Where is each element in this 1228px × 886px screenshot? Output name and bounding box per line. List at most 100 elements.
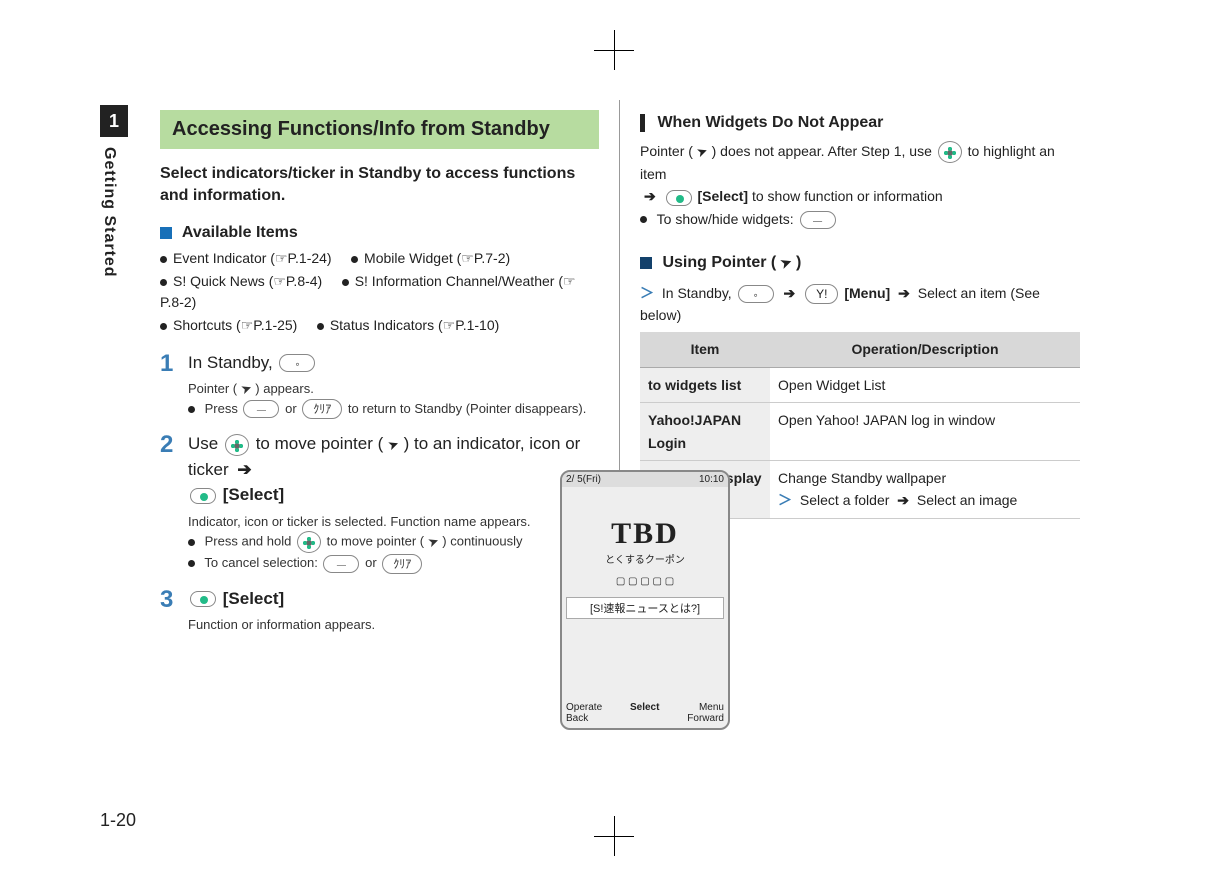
phone-tbd: TBD (562, 517, 728, 551)
yahoo-key-icon: Y! (805, 284, 838, 304)
section-heading: Accessing Functions/Info from Standby (160, 110, 599, 149)
page-number: 1-20 (100, 810, 136, 831)
pointer-icon: ➤ (425, 531, 442, 553)
step-number: 3 (160, 586, 188, 635)
bullet-icon (342, 279, 349, 286)
table-row: Yahoo!JAPAN Login Open Yahoo! JAPAN log … (640, 403, 1080, 461)
list-item: Event Indicator (☞P.1-24) (173, 250, 332, 266)
box-text: Pointer ( (640, 143, 697, 159)
bullet-icon (351, 256, 358, 263)
table-cell-desc: Change Standby wallpaper ＞ Select a fold… (770, 461, 1080, 519)
table-cell-item: Yahoo!JAPAN Login (640, 403, 770, 461)
softkey-left-bottom: Back (566, 713, 588, 724)
phone-ticker: [S!速報ニュースとは?] (566, 597, 724, 619)
clear-key-icon: ｸﾘｱ (302, 399, 342, 419)
list-item: Shortcuts (☞P.1-25) (173, 317, 297, 333)
step-note: Press (205, 401, 242, 416)
pointer-icon: ➤ (238, 378, 255, 400)
select-label: [Select] (698, 188, 749, 204)
arrow-icon: ➔ (893, 492, 913, 508)
step-number: 2 (160, 431, 188, 574)
step-note: ) continuously (442, 534, 522, 549)
box-text: In Standby, (662, 285, 736, 301)
table-header-desc: Operation/Description (770, 332, 1080, 367)
bar-icon (640, 114, 645, 132)
available-items-label: Available Items (182, 224, 298, 241)
multi-selector-key-icon: ◦ (738, 285, 774, 303)
square-bullet-icon (160, 227, 172, 239)
step-2: 2 Use to move pointer ( ➤ ) to an indica… (160, 431, 599, 574)
left-column: Accessing Functions/Info from Standby Se… (140, 100, 620, 657)
box-heading: ) (796, 254, 801, 271)
step-text: Use (188, 434, 223, 453)
step-note: or (285, 401, 300, 416)
table-cell-desc: Open Yahoo! JAPAN log in window (770, 403, 1080, 461)
step-note: or (365, 555, 380, 570)
phone-time: 10:10 (699, 474, 724, 485)
step-subtext: Pointer ( (188, 381, 241, 396)
end-key-icon: ⏤ (800, 211, 836, 229)
intro-text: Select indicators/ticker in Standby to a… (160, 163, 599, 208)
table-cell-text: Select an image (917, 492, 1017, 508)
step-subtext: Function or information appears. (188, 615, 599, 635)
bullet-icon (640, 216, 647, 223)
chevron-icon: ＞ (640, 285, 658, 301)
box-heading: Using Pointer ( (662, 254, 780, 271)
list-item: Mobile Widget (☞P.7-2) (364, 250, 510, 266)
available-items-heading: Available Items (160, 224, 599, 242)
step-note: To cancel selection: (204, 555, 321, 570)
phone-widget-label: とくするクーポン (562, 551, 728, 566)
arrow-icon: ➔ (894, 285, 914, 301)
step-note: to move pointer ( (327, 534, 428, 549)
crop-mark-icon (594, 30, 634, 70)
step-subtext: Indicator, icon or ticker is selected. F… (188, 512, 599, 532)
bullet-icon (188, 406, 195, 413)
bullet-icon (188, 560, 195, 567)
box-text: to show function or information (752, 188, 943, 204)
softkey-center: Select (630, 702, 659, 724)
bullet-icon (160, 256, 167, 263)
softkey-left-top: Operate (566, 702, 602, 713)
widgets-not-appear-box: When Widgets Do Not Appear Pointer ( ➤ )… (640, 110, 1080, 230)
end-key-icon: ⏤ (243, 400, 279, 418)
dpad-key-icon (225, 434, 249, 456)
square-bullet-icon (640, 257, 652, 269)
box-heading: When Widgets Do Not Appear (657, 114, 883, 131)
box-text: ) does not appear. After Step 1, use (712, 143, 936, 159)
page-content: Accessing Functions/Info from Standby Se… (60, 100, 1160, 657)
step-number: 1 (160, 350, 188, 420)
table-cell-item: to widgets list (640, 367, 770, 402)
bullet-icon (160, 279, 167, 286)
bullet-icon (188, 539, 195, 546)
step-note: to return to Standby (Pointer disappears… (348, 401, 586, 416)
center-key-icon (666, 190, 692, 206)
pointer-icon: ➤ (777, 252, 794, 275)
bullet-icon (317, 323, 324, 330)
table-row: to widgets list Open Widget List (640, 367, 1080, 402)
multi-selector-key-icon: ◦ (279, 354, 315, 372)
step-text: In Standby, (188, 353, 277, 372)
softkey-right-bottom: Forward (687, 713, 724, 724)
crop-mark-icon (594, 816, 634, 856)
center-key-icon (190, 591, 216, 607)
list-item: Status Indicators (☞P.1-10) (330, 317, 499, 333)
phone-date: 2/ 5(Fri) (566, 474, 601, 485)
dpad-key-icon (297, 531, 321, 553)
list-item: S! Quick News (☞P.8-4) (173, 273, 322, 289)
step-subtext: ) appears. (255, 381, 314, 396)
table-cell-desc: Open Widget List (770, 367, 1080, 402)
center-key-icon (190, 488, 216, 504)
step-3: 3 [Select] Function or information appea… (160, 586, 599, 635)
dpad-key-icon (938, 141, 962, 163)
bullet-icon (160, 323, 167, 330)
arrow-icon: ➔ (779, 285, 799, 301)
arrow-icon: ➔ (640, 188, 660, 204)
arrow-icon: ➔ (233, 460, 255, 479)
chevron-icon: ＞ (778, 492, 796, 508)
select-label: [Select] (223, 589, 284, 608)
phone-screenshot: 2/ 5(Fri) 10:10 TBD とくするクーポン ▢ ▢ ▢ ▢ ▢ [… (560, 470, 730, 730)
table-cell-text: Select a folder (800, 492, 893, 508)
box-note: To show/hide widgets: (657, 211, 798, 227)
step-1: 1 In Standby, ◦ Pointer ( ➤ ) appears. P… (160, 350, 599, 420)
softkey-right-top: Menu (699, 702, 724, 713)
